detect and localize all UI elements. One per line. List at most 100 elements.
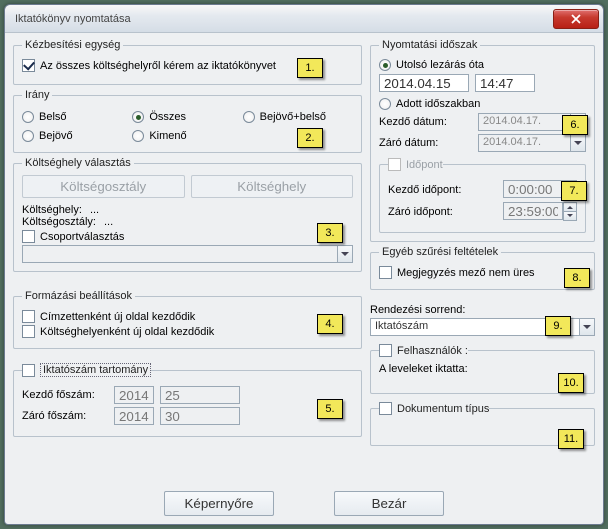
input-start-year[interactable] — [114, 386, 154, 404]
radio-kimeno[interactable]: Kimenő — [132, 130, 242, 142]
sort-row: Rendezési sorrend: Iktatószám 9. — [370, 304, 595, 336]
checkbox-icon — [379, 402, 392, 415]
radio-belso-label: Belső — [39, 111, 67, 123]
legend-period: Nyomtatási időszak — [379, 39, 480, 51]
radio-icon — [379, 98, 391, 110]
chk-by-addressee[interactable]: Címzettenként új oldal kezdődik — [22, 310, 353, 323]
chk-time-label: Időpont — [406, 159, 443, 171]
btn-costclass[interactable]: Költségosztály — [22, 175, 185, 198]
lbl-sort: Rendezési sorrend: — [370, 304, 595, 316]
radio-icon — [132, 111, 144, 123]
lbl-end-main: Záró főszám: — [22, 410, 108, 422]
chk-doctype[interactable]: Dokumentum típus — [379, 402, 489, 415]
sub-group-time: Időpont Kezdő időpont: Záró időpont: — [379, 158, 586, 233]
radio-icon — [243, 111, 255, 123]
combo-group-field — [22, 245, 338, 263]
legend-delivery: Kézbesítési egység — [22, 39, 123, 51]
dialog: Iktatókönyv nyomtatása Kézbesítési egysé… — [4, 4, 604, 525]
input-end-no[interactable] — [160, 407, 240, 425]
note-7: 7. — [561, 181, 587, 201]
row-costplace: Költséghely: ... — [22, 204, 353, 216]
chk-doctype-label: Dokumentum típus — [397, 403, 489, 415]
lbl-end-time: Záró időpont: — [388, 206, 453, 218]
chevron-down-icon — [338, 245, 353, 263]
val-costclass: ... — [104, 216, 113, 228]
input-lastclose-time[interactable] — [475, 74, 535, 92]
input-lastclose-date[interactable] — [379, 74, 469, 92]
val-start-time — [503, 180, 563, 198]
chk-range-label: Iktatószám tartomány — [40, 363, 151, 377]
left-column: Kézbesítési egység Az összes költséghely… — [13, 39, 362, 477]
chk-by-costplace[interactable]: Költséghelyenként új oldal kezdődik — [22, 325, 353, 338]
radio-kimeno-label: Kimenő — [149, 130, 186, 142]
radio-bejovo-label: Bejövő — [39, 130, 73, 142]
chevron-down-icon — [580, 318, 595, 336]
btn-screen[interactable]: Képernyőre — [164, 491, 274, 516]
group-delivery: Kézbesítési egység Az összes költséghely… — [13, 39, 362, 85]
spinner[interactable] — [563, 202, 577, 221]
btn-close[interactable]: Bezár — [334, 491, 444, 516]
note-8: 8. — [564, 268, 590, 288]
note-2: 2. — [297, 128, 323, 148]
radio-icon — [22, 111, 34, 123]
lbl-costclass: Költségosztály: — [22, 216, 96, 228]
radio-belso[interactable]: Belső — [22, 111, 132, 123]
radio-bejovo[interactable]: Bejövő — [22, 130, 132, 142]
input-end-time[interactable] — [503, 202, 577, 221]
legend-direction: Irány — [22, 89, 52, 101]
combo-end-date[interactable]: 2014.04.17. — [478, 134, 586, 152]
close-button[interactable] — [553, 9, 599, 29]
val-end-date: 2014.04.17. — [478, 134, 571, 152]
group-period: Nyomtatási időszak Utolsó lezárás óta Ad… — [370, 39, 595, 242]
checkbox-icon — [379, 344, 392, 357]
chk-all-costplaces-label: Az összes költséghelyről kérem az iktató… — [40, 60, 276, 72]
group-costplace: Költséghely választás Költségosztály Köl… — [13, 157, 362, 272]
radio-icon — [22, 130, 34, 142]
radio-given-period[interactable]: Adott időszakban — [379, 98, 586, 110]
group-doctype: Dokumentum típus 11. — [370, 402, 595, 446]
radio-icon — [132, 130, 144, 142]
note-9: 9. — [545, 316, 571, 336]
val-end-time — [503, 202, 563, 220]
chk-users-label: Felhasználók : — [397, 345, 468, 357]
group-range: Iktatószám tartomány Kezdő főszám: Záró … — [13, 363, 362, 437]
lbl-users-caption: A leveleket iktatta: — [379, 363, 586, 375]
checkbox-icon — [379, 266, 392, 279]
titlebar: Iktatókönyv nyomtatása — [5, 5, 603, 33]
row-costclass: Költségosztály: ... — [22, 216, 353, 228]
legend-costplace: Költséghely választás — [22, 157, 134, 169]
input-end-year[interactable] — [114, 407, 154, 425]
lbl-start-time: Kezdő időpont: — [388, 184, 461, 196]
radio-osszes-label: Összes — [149, 111, 186, 123]
chk-time[interactable]: Időpont — [388, 158, 443, 171]
checkbox-icon — [22, 310, 35, 323]
lbl-end-date: Záró dátum: — [379, 137, 438, 149]
radio-icon — [379, 59, 391, 71]
val-costplace: ... — [90, 204, 99, 216]
chk-groupselect[interactable]: Csoportválasztás — [22, 230, 353, 243]
note-5: 5. — [317, 399, 343, 419]
chevron-down-icon — [571, 134, 586, 152]
checkbox-icon — [22, 59, 35, 72]
radio-bejovo-belso[interactable]: Bejövő+belső — [243, 111, 353, 123]
btn-costplace[interactable]: Költséghely — [191, 175, 354, 198]
note-1: 1. — [297, 58, 323, 78]
radio-lastclose[interactable]: Utolsó lezárás óta — [379, 59, 586, 71]
legend-other: Egyéb szűrési feltételek — [379, 246, 501, 258]
group-users: Felhasználók : A leveleket iktatta: 10. — [370, 344, 595, 394]
radio-osszes[interactable]: Összes — [132, 111, 242, 123]
combo-group[interactable] — [22, 245, 353, 263]
chk-comment-nonempty-label: Megjegyzés mező nem üres — [397, 267, 535, 279]
chk-comment-nonempty[interactable]: Megjegyzés mező nem üres — [379, 266, 586, 279]
legend-formatting: Formázási beállítások — [22, 290, 135, 302]
chk-by-addressee-label: Címzettenként új oldal kezdődik — [40, 311, 195, 323]
lbl-start-date: Kezdő dátum: — [379, 116, 447, 128]
group-formatting: Formázási beállítások Címzettenként új o… — [13, 290, 362, 349]
input-start-no[interactable] — [160, 386, 240, 404]
val-start-date: 2014.04.17. — [478, 113, 571, 131]
chk-range[interactable]: Iktatószám tartomány — [22, 363, 151, 377]
note-10: 10. — [558, 373, 584, 393]
chk-users[interactable]: Felhasználók : — [379, 344, 468, 357]
group-other-filters: Egyéb szűrési feltételek Megjegyzés mező… — [370, 246, 595, 290]
note-3: 3. — [317, 223, 343, 243]
